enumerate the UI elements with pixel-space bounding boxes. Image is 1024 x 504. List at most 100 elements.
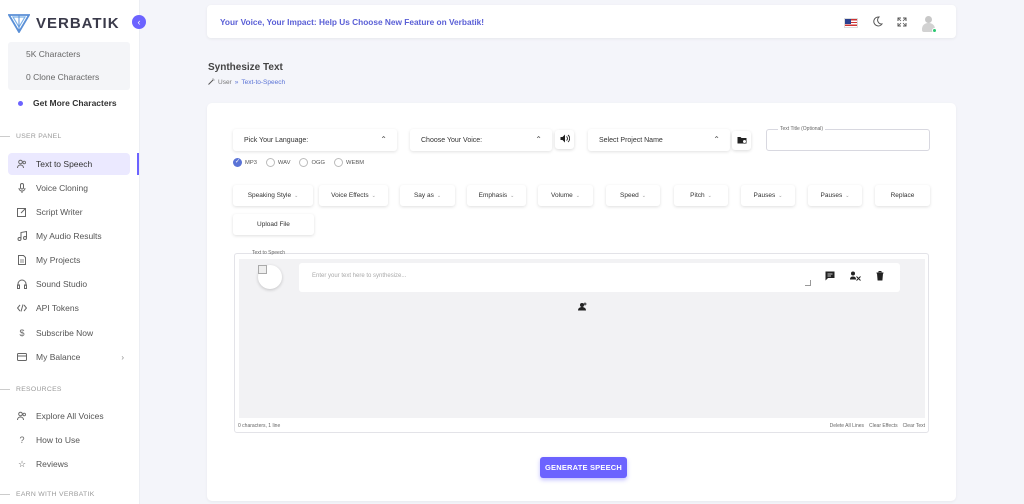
brand-name: VERBATIK xyxy=(36,14,120,32)
mic-icon xyxy=(17,183,27,193)
pitch-button[interactable]: Pitch ⌄ xyxy=(674,185,728,206)
volume-button[interactable]: Volume ⌄ xyxy=(538,185,593,206)
editor-actions: Delete All Lines Clear Effects Clear Tex… xyxy=(830,423,925,429)
online-status-dot xyxy=(932,27,937,33)
sidebar-item-voice-cloning[interactable]: Voice Cloning xyxy=(8,177,130,199)
pauses-button[interactable]: Pauses ⌄ xyxy=(741,185,795,206)
language-select[interactable]: Pick Your Language: ⌃ xyxy=(233,129,397,151)
code-icon xyxy=(17,303,27,313)
generate-speech-button[interactable]: GENERATE SPEECH xyxy=(540,457,627,478)
speaking-style-button[interactable]: Speaking Style ⌄ xyxy=(233,185,313,206)
preview-voice-button[interactable] xyxy=(555,130,574,149)
dollar-icon: $ xyxy=(19,328,25,338)
tool-label: Voice Effects xyxy=(331,192,369,199)
delete-all-lines-link[interactable]: Delete All Lines xyxy=(830,423,864,429)
voice-avatar[interactable] xyxy=(258,265,282,289)
earn-heading: EARN WITH VERBATIK xyxy=(0,491,95,498)
tool-label: Pitch xyxy=(690,192,705,199)
chevron-down-icon: ⌄ xyxy=(845,192,850,199)
chevron-down-icon: ⌄ xyxy=(778,192,783,199)
collapse-sidebar-icon[interactable]: ‹ xyxy=(132,15,146,29)
clear-effects-link[interactable]: Clear Effects xyxy=(869,423,898,429)
speaker-icon xyxy=(560,134,570,145)
voice-effects-button[interactable]: Voice Effects ⌄ xyxy=(319,185,388,206)
sidebar-item-text-to-speech[interactable]: Text to Speech xyxy=(8,153,130,175)
voice-settings-icon[interactable] xyxy=(850,271,861,283)
sidebar-item-label: My Audio Results xyxy=(36,231,102,241)
voice-select-label: Choose Your Voice: xyxy=(421,136,483,144)
folder-plus-icon xyxy=(737,136,747,146)
breadcrumb-root[interactable]: User xyxy=(218,79,232,86)
chevron-up-icon: ⌃ xyxy=(535,135,542,144)
project-select[interactable]: Select Project Name ⌃ xyxy=(588,129,730,151)
text-line: Enter your text here to synthesize... xyxy=(299,263,900,292)
text-input[interactable]: Enter your text here to synthesize... xyxy=(312,273,406,279)
format-label: OGG xyxy=(311,159,326,166)
voice-select[interactable]: Choose Your Voice: ⌃ xyxy=(410,129,552,151)
sidebar-item-explore-all-voices[interactable]: Explore All Voices xyxy=(8,405,130,427)
chevron-down-icon: ⌄ xyxy=(641,192,646,199)
sidebar-item-label: Sound Studio xyxy=(36,279,88,289)
active-indicator xyxy=(137,153,139,175)
sidebar-item-subscribe-now[interactable]: $ Subscribe Now xyxy=(8,322,130,344)
format-mp3-radio[interactable]: ✓ MP3 xyxy=(233,158,257,167)
tool-label: Pauses xyxy=(820,192,843,199)
chevron-down-icon: ⌄ xyxy=(436,192,442,199)
upload-file-button[interactable]: Upload File xyxy=(233,214,314,235)
pauses-button-2[interactable]: Pauses ⌄ xyxy=(808,185,862,206)
sidebar-item-how-to-use[interactable]: ? How to Use xyxy=(8,429,130,451)
tool-label: Emphasis xyxy=(478,192,508,199)
clear-text-link[interactable]: Clear Text xyxy=(903,423,925,429)
clone-characters-count: 0 Clone Characters xyxy=(26,72,100,82)
check-icon: ✓ xyxy=(233,158,242,167)
sidebar-item-sound-studio[interactable]: Sound Studio xyxy=(8,273,130,295)
upload-label: Upload File xyxy=(257,221,290,228)
chevron-up-icon: ⌃ xyxy=(713,135,720,144)
emphasis-button[interactable]: Emphasis ⌄ xyxy=(467,185,526,206)
sidebar-item-label: How to Use xyxy=(36,435,80,445)
format-radio-group: ✓ MP3 WAV OGG WEBM xyxy=(233,158,364,167)
comment-icon[interactable] xyxy=(825,271,835,283)
star-icon: ☆ xyxy=(17,458,27,469)
us-flag-icon[interactable] xyxy=(844,18,858,28)
chevron-right-icon: › xyxy=(121,352,124,362)
speed-button[interactable]: Speed ⌄ xyxy=(606,185,660,206)
sidebar-item-reviews[interactable]: ☆ Reviews xyxy=(8,453,130,475)
music-icon xyxy=(17,231,27,241)
add-voice-line-icon[interactable] xyxy=(577,302,587,313)
sidebar-item-my-projects[interactable]: My Projects xyxy=(8,249,130,271)
moon-icon[interactable] xyxy=(872,14,884,32)
avatar[interactable] xyxy=(921,15,937,33)
fullscreen-icon[interactable] xyxy=(897,14,907,32)
sidebar-item-api-tokens[interactable]: API Tokens xyxy=(8,297,130,319)
add-project-button[interactable] xyxy=(732,131,751,150)
sidebar-item-label: Script Writer xyxy=(36,207,83,217)
say-as-button[interactable]: Say as ⌄ xyxy=(400,185,455,206)
feature-banner-link[interactable]: Your Voice, Your Impact: Help Us Choose … xyxy=(220,17,484,27)
text-title-input[interactable] xyxy=(766,129,930,151)
chevron-down-icon: ⌄ xyxy=(575,192,580,199)
chevron-down-icon: ⌄ xyxy=(371,192,376,199)
format-webm-radio[interactable]: WEBM xyxy=(334,158,364,167)
trash-icon[interactable] xyxy=(876,271,884,283)
resources-heading: RESOURCES xyxy=(0,386,62,393)
sidebar-item-script-writer[interactable]: Script Writer xyxy=(8,201,130,223)
characters-count: 5K Characters xyxy=(26,49,81,59)
wand-icon xyxy=(208,78,215,87)
tool-label: Pauses xyxy=(753,192,776,199)
replace-button[interactable]: Replace xyxy=(875,185,930,206)
chevron-down-icon: ⌄ xyxy=(510,192,515,199)
sidebar-item-label: My Projects xyxy=(36,255,81,265)
resize-handle-icon[interactable] xyxy=(805,280,811,286)
sidebar-item-label: API Tokens xyxy=(36,303,79,313)
language-select-label: Pick Your Language: xyxy=(244,136,309,144)
get-more-characters-link[interactable]: Get More Characters xyxy=(18,98,117,108)
sidebar-item-my-balance[interactable]: My Balance › xyxy=(8,346,130,368)
brand-logo[interactable]: VERBATIK xyxy=(8,12,120,34)
text-title-label: Text Title (Optional) xyxy=(778,126,826,132)
sidebar: VERBATIK 5K Characters 0 Clone Character… xyxy=(0,0,140,504)
sidebar-item-my-audio-results[interactable]: My Audio Results xyxy=(8,225,130,247)
format-ogg-radio[interactable]: OGG xyxy=(299,158,325,167)
editor-label: Text to Speech xyxy=(252,250,286,256)
format-wav-radio[interactable]: WAV xyxy=(265,158,290,167)
